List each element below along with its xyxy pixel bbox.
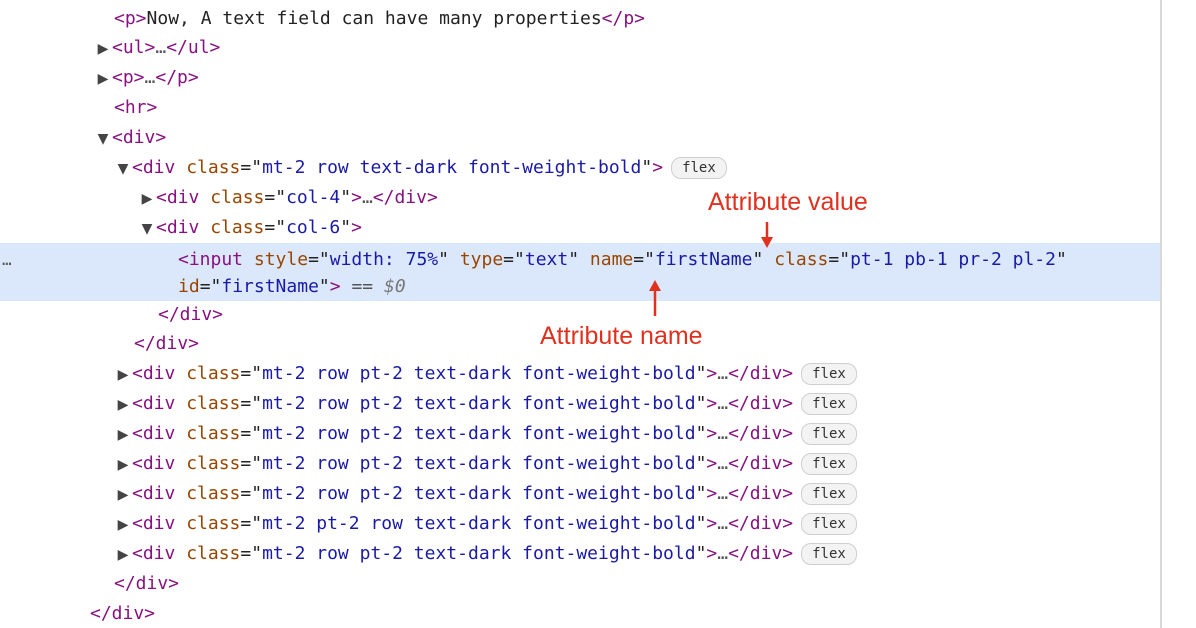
attribute-name: class — [774, 249, 829, 270]
flex-badge[interactable]: flex — [801, 513, 857, 535]
attribute-name: class — [186, 423, 241, 444]
attribute-value: col-4 — [286, 187, 341, 208]
tag-close: </p> — [601, 8, 646, 29]
collapse-triangle-icon[interactable]: ▼ — [138, 214, 156, 244]
dom-node-p[interactable]: ▶ <p>…</p> — [94, 63, 199, 93]
arrow-down-icon — [761, 222, 773, 248]
tag-close: </ul> — [166, 37, 221, 58]
attribute-name: class — [210, 187, 265, 208]
annotation-attribute-value: Attribute value — [708, 188, 868, 216]
dom-node-div-collapsed[interactable]: ▶ <div class="mt-2 row pt-2 text-dark fon… — [114, 359, 857, 389]
dom-node-close-div[interactable]: </div> — [114, 569, 179, 599]
attribute-value: text — [524, 249, 569, 270]
expand-triangle-icon[interactable]: ▶ — [114, 360, 132, 390]
tag-open: <ul> — [112, 37, 156, 58]
attribute-name: class — [210, 217, 265, 238]
attribute-name: style — [253, 249, 309, 270]
expand-triangle-icon[interactable]: ▶ — [114, 480, 132, 510]
flex-badge[interactable]: flex — [671, 157, 727, 179]
flex-badge[interactable]: flex — [801, 363, 857, 385]
dom-node-hr[interactable]: <hr> — [114, 93, 157, 123]
attribute-name: type — [459, 249, 504, 270]
attribute-name: class — [186, 513, 241, 534]
dom-node-ul[interactable]: ▶ <ul>…</ul> — [94, 33, 221, 64]
tag-open: <p> — [112, 67, 145, 88]
flex-badge[interactable]: flex — [801, 483, 857, 505]
expand-triangle-icon[interactable]: ▶ — [138, 184, 156, 214]
attribute-value: mt-2 row pt-2 text-dark font-weight-bold — [262, 483, 696, 504]
tag-open: <p> — [114, 8, 147, 29]
attribute-name: class — [186, 393, 241, 414]
attribute-value: firstName — [221, 276, 319, 297]
flex-badge[interactable]: flex — [801, 453, 857, 475]
attribute-name: class — [186, 483, 241, 504]
collapse-triangle-icon[interactable]: ▼ — [114, 154, 132, 184]
attribute-value: mt-2 row text-dark font-weight-bold — [262, 157, 642, 178]
attribute-value: mt-2 pt-2 row text-dark font-weight-bold — [262, 513, 696, 534]
attribute-value-highlighted: firstName — [654, 249, 753, 270]
attribute-name: class — [186, 453, 241, 474]
tag-close: </p> — [155, 67, 199, 88]
collapsed-ellipsis: … — [155, 37, 167, 58]
arrow-up-icon — [649, 280, 661, 316]
dom-node-div-collapsed[interactable]: ▶ <div class="mt-2 row pt-2 text-dark fon… — [114, 539, 857, 569]
dom-node-div-collapsed[interactable]: ▶ <div class="mt-2 row pt-2 text-dark fon… — [114, 389, 857, 419]
attribute-value: mt-2 row pt-2 text-dark font-weight-bold — [262, 453, 696, 474]
attribute-value: col-6 — [286, 217, 341, 238]
attribute-value: width: 75% — [329, 249, 439, 270]
expand-triangle-icon[interactable]: ▶ — [114, 390, 132, 420]
dom-node-div-col-6[interactable]: ▼ <div class="col-6"> — [138, 213, 362, 243]
attribute-value: pt-1 pb-1 pr-2 pl-2 — [850, 249, 1056, 270]
collapsed-ellipsis: … — [144, 67, 156, 88]
dom-node-close-div[interactable]: </div> — [158, 300, 223, 330]
expand-triangle-icon[interactable]: ▶ — [94, 64, 112, 94]
flex-badge[interactable]: flex — [801, 423, 857, 445]
dom-node-close-div[interactable]: </div> — [134, 329, 199, 359]
expand-triangle-icon[interactable]: ▶ — [114, 450, 132, 480]
dom-node-div[interactable]: ▼ <div> — [94, 123, 167, 154]
flex-badge[interactable]: flex — [801, 393, 857, 415]
attribute-value: mt-2 row pt-2 text-dark font-weight-bold — [262, 543, 696, 564]
expand-triangle-icon[interactable]: ▶ — [114, 540, 132, 570]
attribute-name: id — [178, 276, 200, 297]
dom-node-p-text[interactable]: <p>Now, A text field can have many prope… — [114, 4, 645, 34]
dom-node-div-collapsed[interactable]: ▶ <div class="mt-2 row pt-2 text-dark fon… — [114, 479, 857, 509]
attribute-name: class — [186, 543, 241, 564]
text-content: Now, A text field can have many properti… — [146, 8, 602, 29]
node-actions-ellipsis[interactable]: … — [2, 245, 12, 275]
vertical-scrollbar[interactable] — [1160, 0, 1196, 628]
dom-node-div-collapsed[interactable]: ▶ <div class="mt-2 row pt-2 text-dark fon… — [114, 419, 857, 449]
devtools-elements-panel: … <p>Now, A text field can have many pro… — [0, 0, 1196, 628]
attribute-name-highlighted: name — [589, 249, 634, 270]
dom-node-input-selected-continued[interactable]: id="firstName"> == $0 — [178, 272, 406, 302]
attribute-value: mt-2 row pt-2 text-dark font-weight-bold — [262, 393, 696, 414]
attribute-value: mt-2 row pt-2 text-dark font-weight-bold — [262, 363, 696, 384]
expand-triangle-icon[interactable]: ▶ — [114, 420, 132, 450]
attribute-name: class — [186, 157, 241, 178]
dom-node-div-col-4[interactable]: ▶ <div class="col-4">…</div> — [138, 183, 438, 213]
tag-open: <div> — [112, 127, 167, 148]
collapsed-ellipsis: … — [361, 187, 373, 208]
console-ref-equals: == — [351, 276, 374, 297]
dom-node-div-collapsed[interactable]: ▶ <div class="mt-2 row pt-2 text-dark fon… — [114, 449, 857, 479]
attribute-name: class — [186, 363, 241, 384]
expand-triangle-icon[interactable]: ▶ — [114, 510, 132, 540]
attribute-value: mt-2 row pt-2 text-dark font-weight-bold — [262, 423, 696, 444]
tag-open: <hr> — [114, 97, 158, 118]
flex-badge[interactable]: flex — [801, 543, 857, 565]
collapse-triangle-icon[interactable]: ▼ — [94, 124, 112, 154]
dom-node-div-collapsed[interactable]: ▶ <div class="mt-2 pt-2 row text-dark fon… — [114, 509, 857, 539]
expand-triangle-icon[interactable]: ▶ — [94, 34, 112, 64]
console-ref-var: $0 — [383, 276, 406, 297]
dom-node-div-row[interactable]: ▼ <div class="mt-2 row text-dark font-wei… — [114, 153, 727, 183]
dom-node-close-div[interactable]: </div> — [90, 599, 155, 628]
dom-node-input-selected[interactable]: <input style="width: 75%" type="text" na… — [178, 245, 1067, 275]
annotation-attribute-name: Attribute name — [540, 322, 703, 350]
